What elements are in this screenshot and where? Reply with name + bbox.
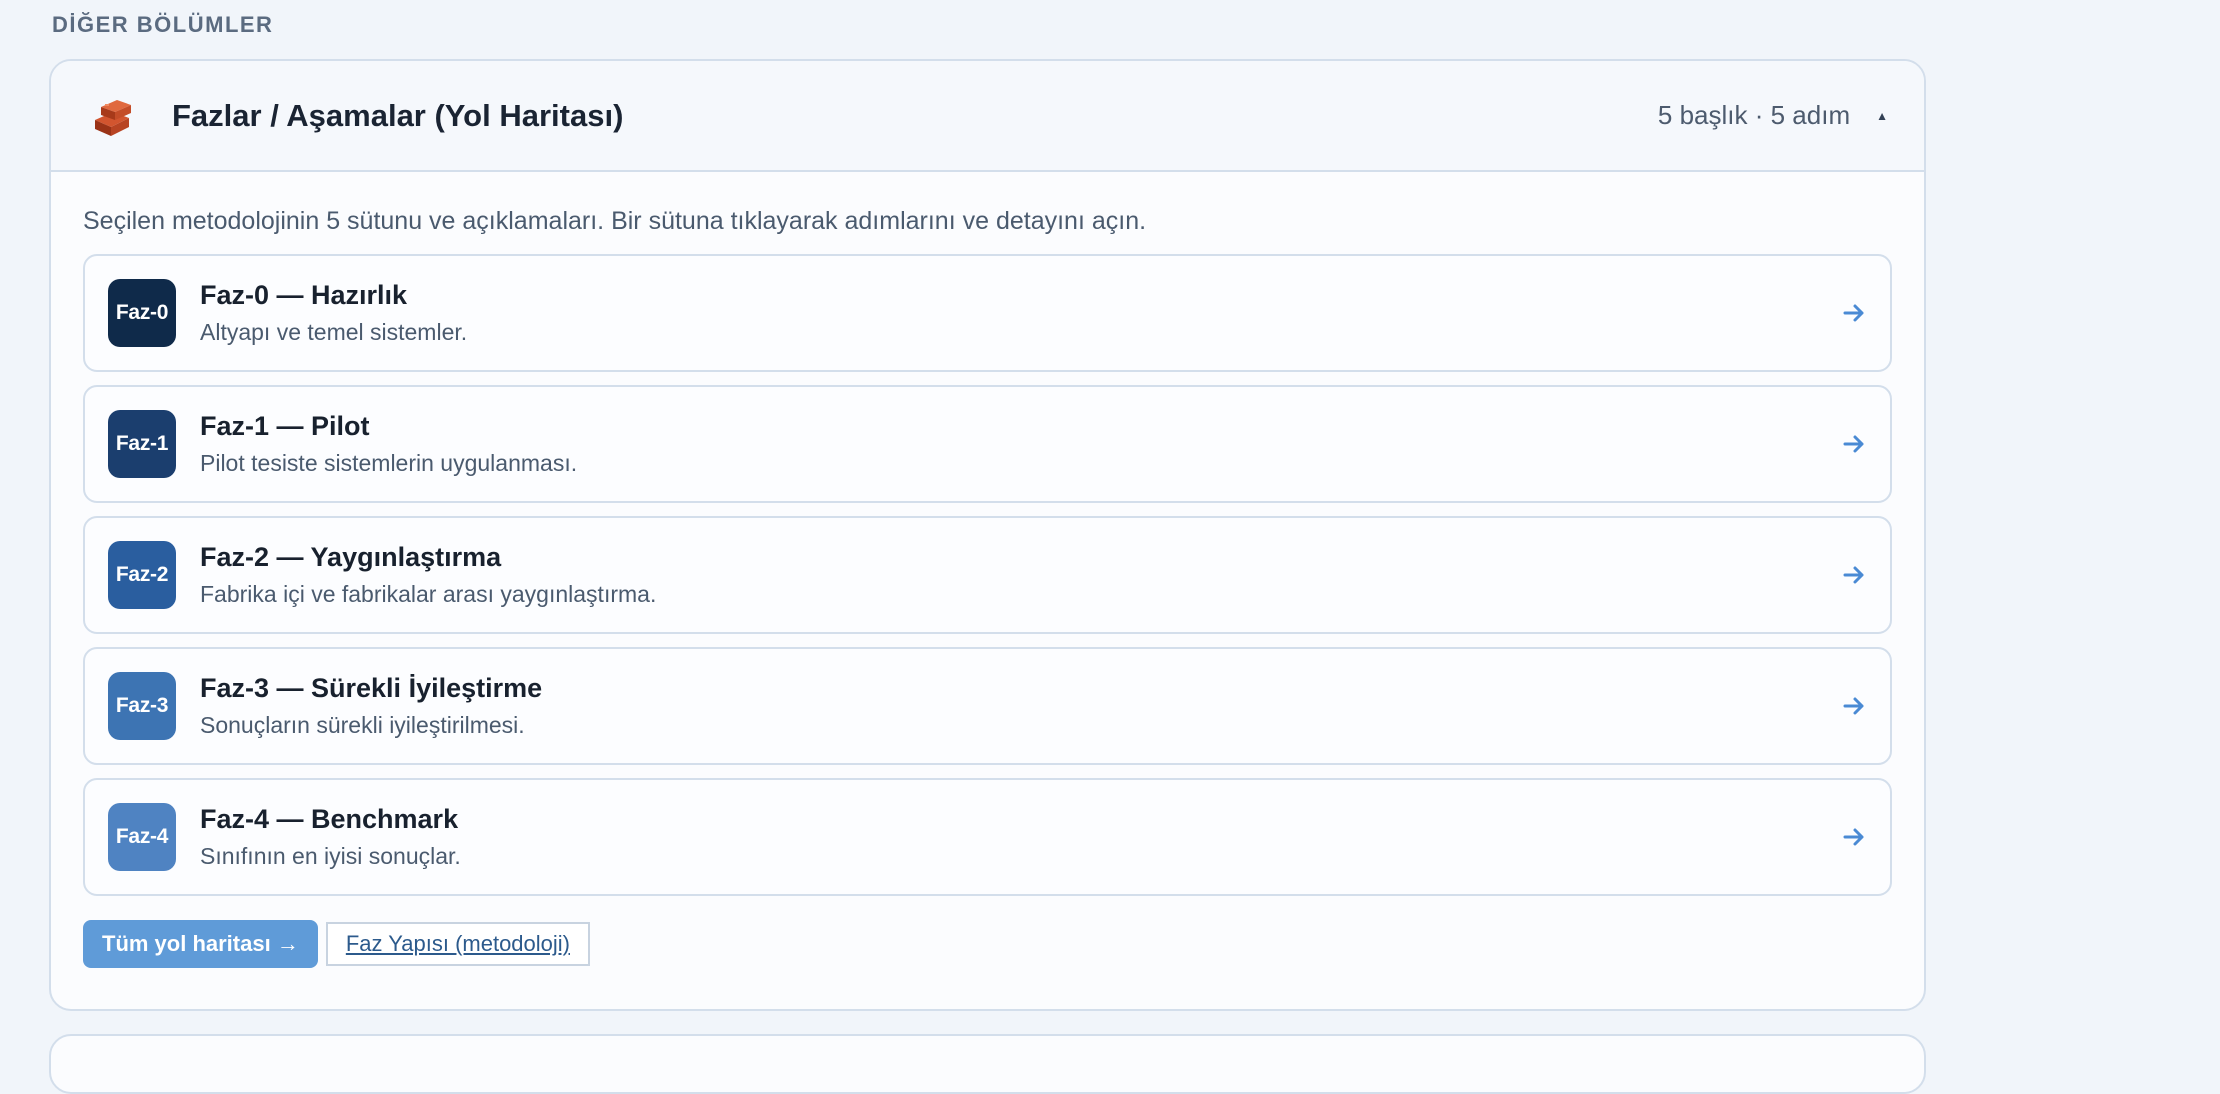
phase-text: Faz-4 — Benchmark Sınıfının en iyisi son… [200, 802, 1840, 872]
phase-description: Fabrika içi ve fabrikalar arası yaygınla… [200, 581, 657, 607]
card-intro: Seçilen metodolojinin 5 sütunu ve açıkla… [83, 207, 1147, 235]
phase-description: Pilot tesiste sistemlerin uygulanması. [200, 450, 578, 476]
card-actions: Tüm yol haritası → Faz Yapısı (metodoloj… [83, 920, 1892, 968]
arrow-right-icon[interactable] [1840, 299, 1868, 327]
phases-card: Fazlar / Aşamalar (Yol Haritası) 5 başlı… [49, 59, 1926, 1011]
card-body: Seçilen metodolojinin 5 sütunu ve açıkla… [51, 172, 1924, 968]
card-meta: 5 başlık · 5 adım [1657, 100, 1851, 130]
phase-badge: Faz-4 [108, 803, 176, 871]
collapse-icon[interactable]: ▲ [1876, 109, 1888, 123]
arrow-right-icon[interactable] [1840, 692, 1868, 720]
phase-title: Faz-4 — Benchmark [200, 804, 459, 834]
roadmap-button[interactable]: Tüm yol haritası → [83, 920, 318, 968]
next-section-card[interactable] [49, 1034, 1926, 1094]
phase-text: Faz-1 — Pilot Pilot tesiste sistemlerin … [200, 409, 1840, 479]
phase-description: Sonuçların sürekli iyileştirilmesi. [200, 712, 525, 738]
phase-item-faz-4[interactable]: Faz-4 Faz-4 — Benchmark Sınıfının en iyi… [83, 778, 1892, 896]
phase-description: Altyapı ve temel sistemler. [200, 319, 468, 345]
phase-list: Faz-0 Faz-0 — Hazırlık Altyapı ve temel … [83, 254, 1892, 896]
phase-badge: Faz-0 [108, 279, 176, 347]
phase-item-faz-0[interactable]: Faz-0 Faz-0 — Hazırlık Altyapı ve temel … [83, 254, 1892, 372]
phase-text: Faz-3 — Sürekli İyileştirme Sonuçların s… [200, 671, 1840, 741]
phase-text: Faz-0 — Hazırlık Altyapı ve temel sistem… [200, 278, 1840, 348]
phase-structure-link[interactable]: Faz Yapısı (metodoloji) [325, 922, 590, 966]
phase-badge: Faz-2 [108, 541, 176, 609]
bricks-icon [95, 99, 131, 136]
phase-badge: Faz-1 [108, 410, 176, 478]
phase-title: Faz-1 — Pilot [200, 411, 370, 441]
arrow-right-icon[interactable] [1840, 430, 1868, 458]
phase-title: Faz-3 — Sürekli İyileştirme [200, 673, 543, 703]
phase-badge: Faz-3 [108, 672, 176, 740]
card-title: Fazlar / Aşamalar (Yol Haritası) [172, 97, 624, 133]
phase-title: Faz-0 — Hazırlık [200, 280, 408, 310]
phase-text: Faz-2 — Yaygınlaştırma Fabrika içi ve fa… [200, 540, 1840, 610]
arrow-right-icon[interactable] [1840, 561, 1868, 589]
card-header[interactable]: Fazlar / Aşamalar (Yol Haritası) 5 başlı… [51, 61, 1924, 172]
phase-description: Sınıfının en iyisi sonuçlar. [200, 843, 461, 869]
phase-item-faz-3[interactable]: Faz-3 Faz-3 — Sürekli İyileştirme Sonuçl… [83, 647, 1892, 765]
arrow-right-icon[interactable] [1840, 823, 1868, 851]
phase-item-faz-2[interactable]: Faz-2 Faz-2 — Yaygınlaştırma Fabrika içi… [83, 516, 1892, 634]
phase-item-faz-1[interactable]: Faz-1 Faz-1 — Pilot Pilot tesiste sistem… [83, 385, 1892, 503]
phase-title: Faz-2 — Yaygınlaştırma [200, 542, 502, 572]
section-heading: DİĞER BÖLÜMLER [52, 12, 274, 37]
